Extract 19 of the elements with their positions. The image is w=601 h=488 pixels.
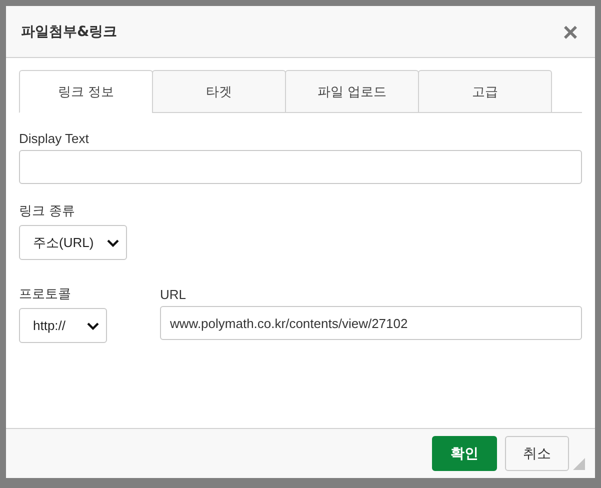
tab[interactable]: 링크 정보 xyxy=(19,70,153,113)
url-field[interactable]: www.polymath.co.kr/contents/view/27102 xyxy=(160,306,582,340)
field-label: 프로토콜 xyxy=(19,286,72,303)
link-type-select[interactable]: 주소(URL) xyxy=(19,225,127,260)
close-button[interactable]: × xyxy=(562,18,578,44)
field-label: 링크 종류 xyxy=(19,203,76,220)
cancel-button[interactable]: 취소 xyxy=(505,436,569,471)
resize-grip-icon[interactable] xyxy=(573,458,585,470)
protocol-select[interactable]: http:// xyxy=(19,308,107,343)
tab[interactable]: 고급 xyxy=(418,70,552,113)
tab[interactable]: 파일 업로드 xyxy=(285,70,419,113)
tab[interactable]: 타겟 xyxy=(152,70,286,113)
chevron-down-icon xyxy=(87,322,99,330)
field-label: URL xyxy=(160,287,188,302)
input-field[interactable] xyxy=(19,150,582,184)
chevron-down-icon xyxy=(107,238,119,246)
confirm-button[interactable]: 확인 xyxy=(432,436,497,471)
field-label: Display Text xyxy=(19,131,90,146)
dialog-title: 파일첨부&링크 xyxy=(21,22,118,40)
